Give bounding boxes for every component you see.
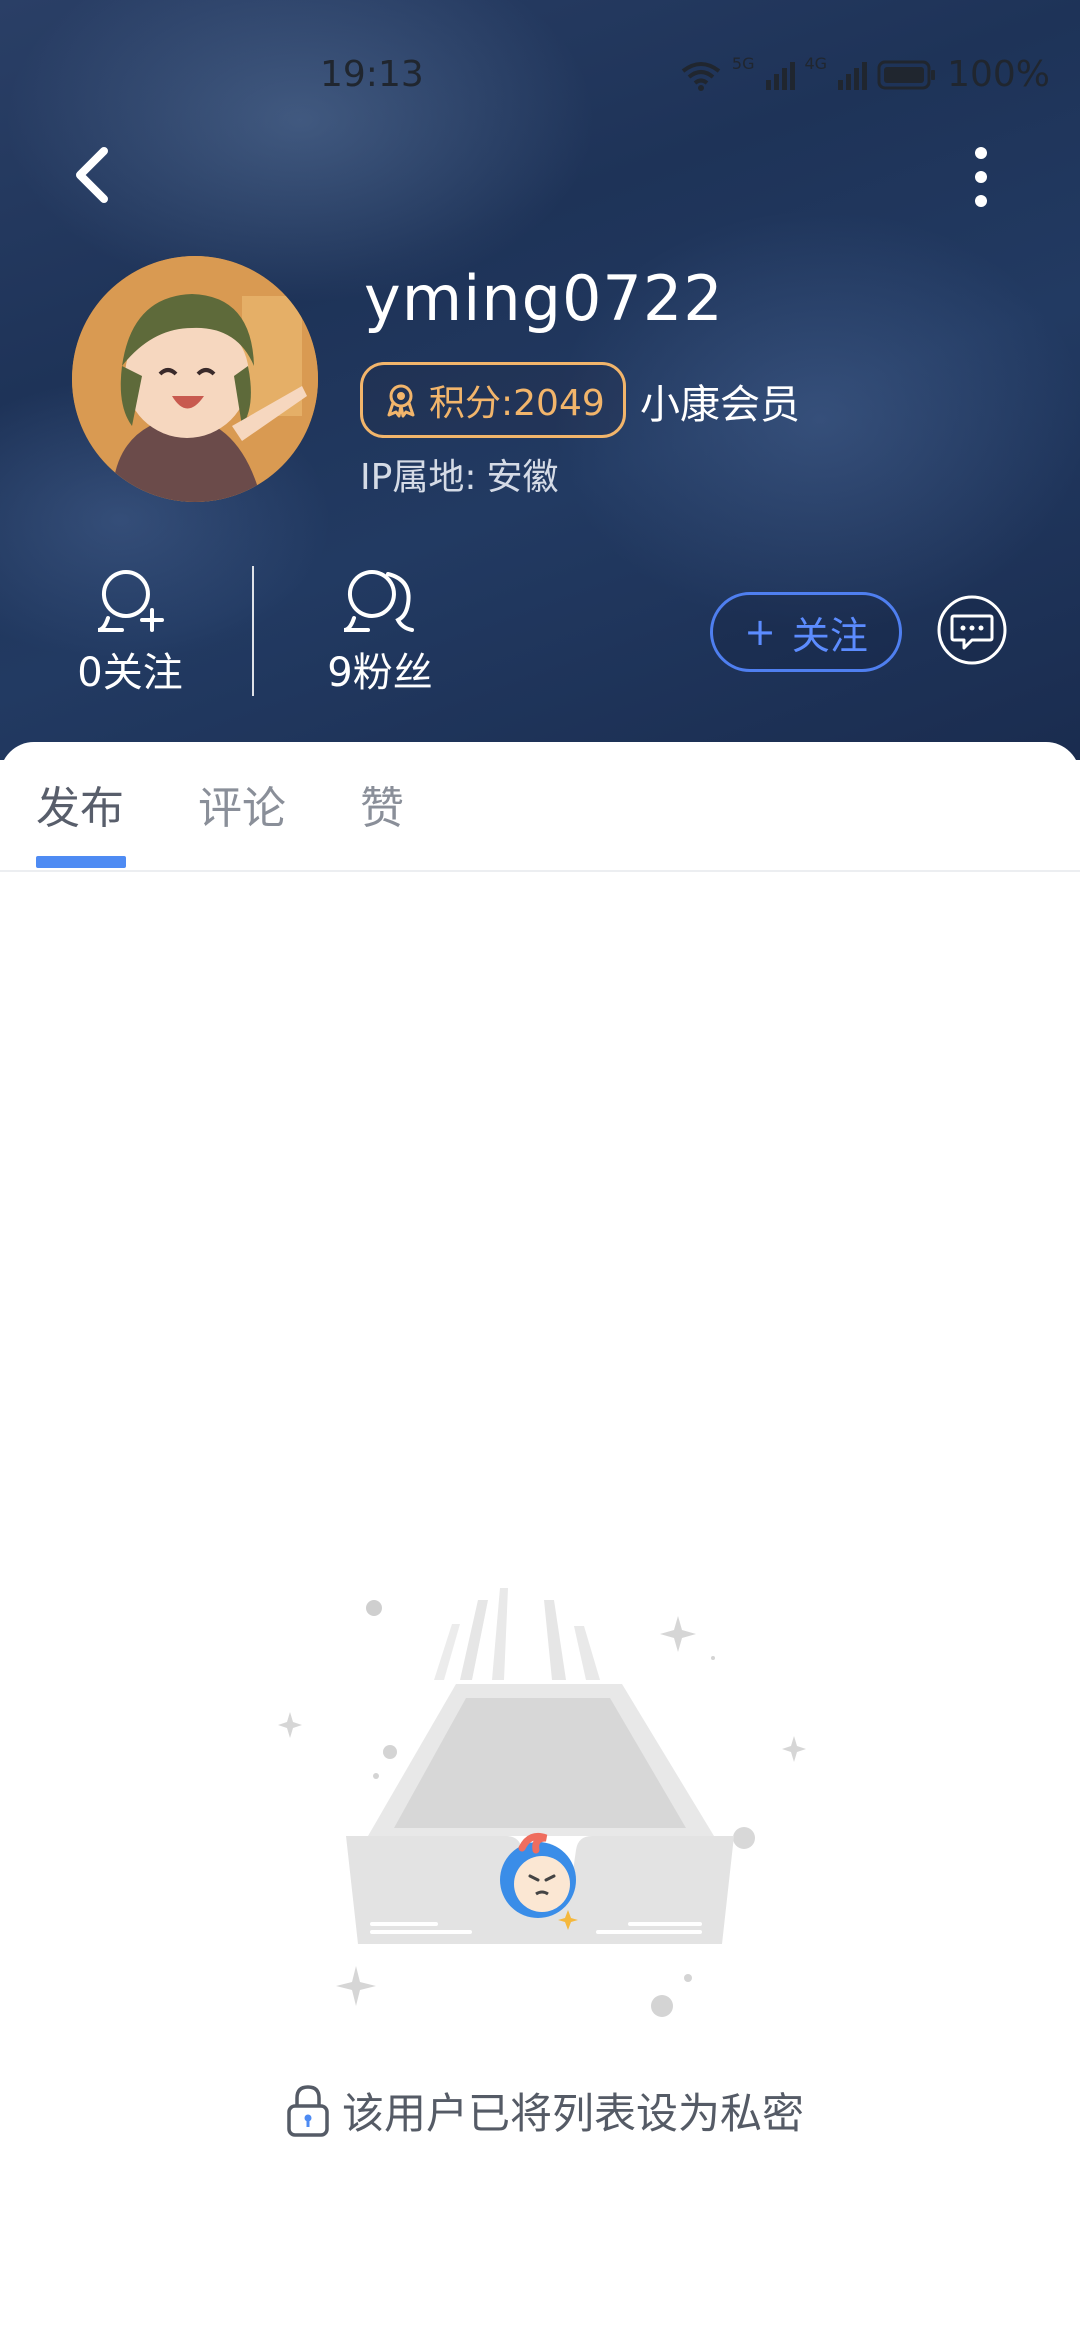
tab-comments[interactable]: 评论 (198, 772, 286, 836)
following-stat[interactable]: 0关注 (70, 566, 190, 698)
ip-location: IP属地: 安徽 (360, 448, 558, 500)
lock-icon (287, 2084, 329, 2137)
more-icon[interactable] (966, 145, 996, 209)
fans-icon (343, 570, 414, 632)
wifi-icon (681, 61, 721, 91)
avatar-image (72, 256, 318, 502)
network-label-4g: 4G (804, 54, 828, 73)
ip-label: IP属地: (360, 457, 477, 498)
following-count: 0关注 (77, 650, 183, 696)
member-level: 小康会员 (640, 382, 800, 428)
followers-stat[interactable]: 9粉丝 (320, 566, 440, 698)
network-label-5g: 5G (731, 54, 755, 73)
battery-percent: 100% (947, 54, 1050, 95)
follow-button[interactable]: + 关注 (710, 592, 902, 672)
active-tab-indicator (36, 856, 126, 868)
followers-count: 9粉丝 (327, 650, 433, 696)
back-icon[interactable] (68, 145, 118, 205)
ip-value: 安徽 (486, 457, 559, 498)
tab-bar: 发布 评论 赞 (0, 772, 1080, 856)
private-message: 该用户已将列表设为私密 (342, 2089, 805, 2138)
tab-divider (0, 870, 1080, 872)
stats-divider (252, 566, 254, 696)
follow-plus-icon: + (744, 610, 776, 654)
status-icons: 5G 4G 100% (680, 54, 1050, 95)
battery-icon (877, 60, 936, 89)
tab-likes[interactable]: 赞 (360, 772, 404, 836)
points-icon (387, 384, 415, 418)
status-time: 19:13 (320, 54, 424, 95)
status-bar: 19:13 5G 4G 100% (0, 50, 1080, 110)
tab-posts[interactable]: 发布 (36, 772, 124, 836)
points-badge[interactable]: 积分:2049 (360, 362, 626, 438)
avatar[interactable] (72, 256, 318, 502)
follow-icon (97, 570, 164, 632)
empty-box-illustration (278, 1588, 806, 2017)
private-notice: 该用户已将列表设为私密 (286, 2080, 804, 2141)
message-icon[interactable] (936, 594, 1008, 666)
signal-icon (838, 61, 868, 90)
signal-icon (765, 61, 795, 90)
follow-label: 关注 (791, 613, 868, 658)
username: yming0722 (364, 262, 724, 335)
profile-header: 19:13 5G 4G 100% yming0722 积分:2049 小康会员 … (0, 0, 1080, 760)
points-label: 积分:2049 (429, 383, 605, 424)
